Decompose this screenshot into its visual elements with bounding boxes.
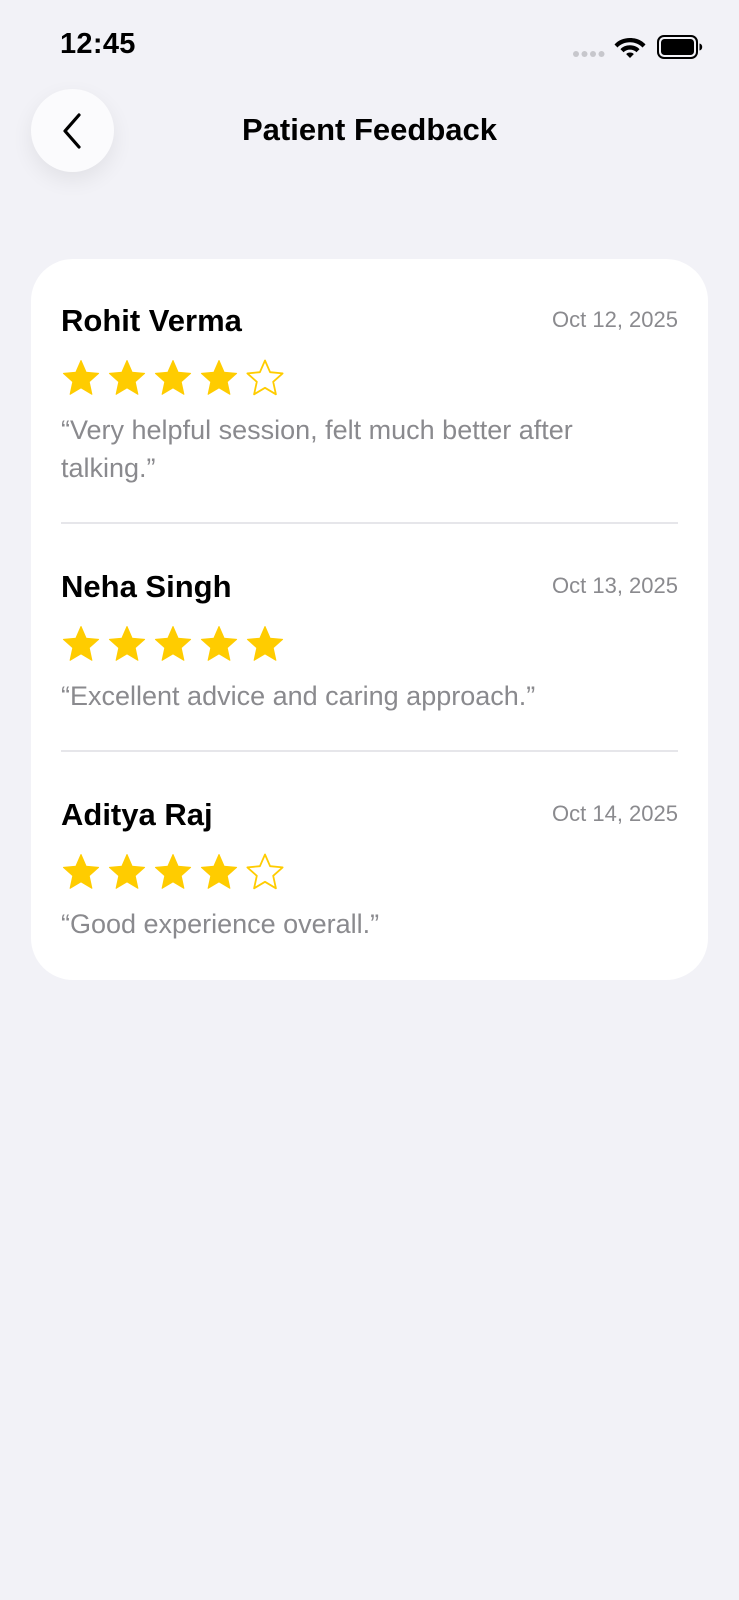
status-time: 12:45 bbox=[60, 28, 136, 60]
star-filled-icon bbox=[154, 360, 192, 395]
star-rating bbox=[61, 358, 285, 398]
reviewer-name: Aditya Raj bbox=[61, 797, 213, 832]
star-filled-icon bbox=[108, 626, 146, 661]
star-filled-icon bbox=[246, 626, 284, 661]
star-filled-icon bbox=[154, 626, 192, 661]
star-rating bbox=[61, 624, 285, 664]
divider bbox=[61, 750, 678, 752]
star-filled-icon bbox=[62, 854, 100, 889]
star-filled-icon bbox=[154, 854, 192, 889]
reviewer-name: Rohit Verma bbox=[61, 303, 242, 338]
battery-icon bbox=[657, 35, 703, 59]
feedback-card: Rohit Verma Oct 12, 2025 “Very helpful s… bbox=[31, 259, 708, 980]
star-filled-icon bbox=[200, 854, 238, 889]
page-title: Patient Feedback bbox=[242, 112, 497, 147]
review-item: Aditya Raj Oct 14, 2025 “Good experience… bbox=[61, 797, 678, 939]
star-filled-icon bbox=[108, 360, 146, 395]
star-filled-icon bbox=[200, 626, 238, 661]
review-item: Neha Singh Oct 13, 2025 “Excellent advic… bbox=[61, 569, 678, 735]
star-rating bbox=[61, 852, 285, 892]
review-item: Rohit Verma Oct 12, 2025 “Very helpful s… bbox=[61, 303, 678, 525]
star-filled-icon bbox=[62, 626, 100, 661]
wifi-icon bbox=[614, 38, 646, 58]
divider bbox=[61, 522, 678, 524]
star-outline-icon bbox=[246, 359, 284, 396]
star-filled-icon bbox=[108, 854, 146, 889]
status-bar: 12:45 bbox=[0, 0, 739, 92]
reviewer-name: Neha Singh bbox=[61, 569, 232, 604]
star-filled-icon bbox=[62, 360, 100, 395]
cellular-signal-icon bbox=[573, 51, 605, 57]
review-comment: “Excellent advice and caring approach.” bbox=[61, 681, 536, 711]
review-date: Oct 14, 2025 bbox=[552, 801, 678, 826]
review-date: Oct 12, 2025 bbox=[552, 307, 678, 332]
review-comment: “Very helpful session, felt much better … bbox=[61, 415, 573, 483]
review-date: Oct 13, 2025 bbox=[552, 573, 678, 598]
star-outline-icon bbox=[246, 853, 284, 890]
review-comment: “Good experience overall.” bbox=[61, 909, 380, 939]
star-filled-icon bbox=[200, 360, 238, 395]
